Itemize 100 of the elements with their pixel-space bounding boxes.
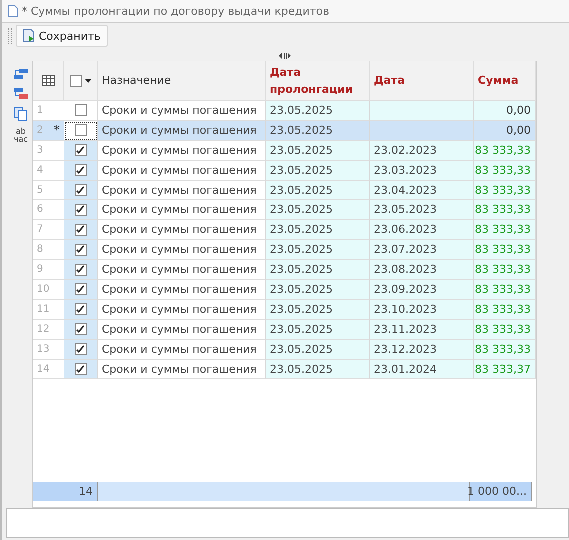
row-number: 2 — [37, 124, 44, 136]
table-cell: 83 333,33 — [474, 240, 536, 260]
row-number: 13 — [37, 344, 50, 355]
row-checkbox[interactable] — [74, 343, 86, 356]
row-checkbox[interactable] — [74, 104, 86, 116]
row-number: 10 — [37, 284, 50, 295]
row-checkbox[interactable] — [74, 164, 86, 176]
save-button[interactable]: Сохранить — [16, 25, 108, 47]
row-number: 5 — [37, 184, 44, 196]
column-header[interactable]: Дата — [370, 61, 474, 101]
row-checkbox[interactable] — [74, 224, 86, 236]
table-cell: 83 333,33 — [474, 200, 536, 220]
table-cell: Сроки и суммы погашения — [98, 300, 266, 320]
table-cell: 23.02.2023 — [370, 140, 474, 161]
document-icon — [8, 5, 18, 17]
table-cell: 0,00 — [474, 120, 536, 141]
column-header[interactable]: Сумма — [474, 61, 536, 101]
column-header[interactable]: Дата пролонгации — [266, 61, 370, 101]
table-cell: 23.09.2023 — [370, 280, 474, 300]
table-cell: Сроки и суммы погашения — [98, 101, 266, 121]
table-cell: Сроки и суммы погашения — [98, 320, 266, 340]
row-checkbox[interactable] — [74, 283, 86, 296]
tree-collapse-icon[interactable] — [13, 88, 29, 100]
row-number: 4 — [37, 164, 44, 176]
table-cell: 83 333,33 — [474, 280, 536, 300]
table-cell: 23.10.2023 — [370, 300, 474, 320]
table-cell: 83 333,33 — [474, 300, 536, 320]
table-cell: 23.12.2023 — [370, 340, 474, 360]
row-checkbox[interactable] — [74, 124, 86, 136]
table-cell: Сроки и суммы погашения — [98, 280, 266, 300]
row-checkbox[interactable] — [74, 323, 86, 336]
grid-icon[interactable] — [42, 75, 54, 86]
column-header[interactable]: Назначение — [98, 61, 266, 101]
text-format-icon[interactable]: ab час — [14, 128, 28, 144]
save-document-icon — [23, 29, 36, 43]
table-cell: 23.05.2025 — [266, 360, 370, 380]
table-cell: 83 333,37 — [474, 360, 536, 380]
row-number: 6 — [37, 204, 44, 216]
table-cell: 83 333,33 — [474, 140, 536, 161]
table-cell: 0,00 — [474, 101, 536, 121]
table-cell: 23.01.2024 — [370, 360, 474, 380]
table-cell: 23.05.2025 — [266, 340, 370, 360]
table-cell: 23.05.2025 — [266, 160, 370, 181]
row-checkbox[interactable] — [74, 144, 86, 156]
row-number: 8 — [37, 244, 44, 256]
row-number: 7 — [37, 224, 44, 236]
row-checkbox[interactable] — [74, 264, 86, 276]
table-cell: Сроки и суммы погашения — [98, 340, 266, 360]
table-cell: 23.04.2023 — [370, 180, 474, 200]
table-cell: 23.05.2025 — [266, 240, 370, 260]
dropdown-caret-icon[interactable] — [84, 78, 92, 82]
tree-expand-icon[interactable] — [13, 69, 29, 81]
resize-handle-icon[interactable] — [278, 53, 290, 59]
table-cell: 23.05.2025 — [266, 280, 370, 300]
select-all-checkbox[interactable] — [70, 74, 82, 86]
table-cell: 23.05.2025 — [266, 120, 370, 141]
table-cell: Сроки и суммы погашения — [98, 160, 266, 181]
table-cell: 23.05.2025 — [266, 300, 370, 320]
row-number: 3 — [37, 144, 44, 156]
table-cell: 23.07.2023 — [370, 240, 474, 260]
table-cell: Сроки и суммы погашения — [98, 220, 266, 240]
table-cell: 23.11.2023 — [370, 320, 474, 340]
table-cell: 83 333,33 — [474, 320, 536, 340]
table-cell: 23.05.2025 — [266, 220, 370, 240]
table-cell: 23.05.2025 — [266, 320, 370, 340]
table-cell: 83 333,33 — [474, 260, 536, 280]
row-checkbox[interactable] — [74, 184, 86, 196]
copy-icon[interactable] — [14, 107, 28, 121]
table-cell: 23.05.2025 — [266, 101, 370, 121]
table-cell: Сроки и суммы погашения — [98, 200, 266, 220]
table-cell: 23.06.2023 — [370, 220, 474, 240]
table-cell: 83 333,33 — [474, 340, 536, 360]
table-cell: 83 333,33 — [474, 160, 536, 181]
table-cell: Сроки и суммы погашения — [98, 360, 266, 380]
row-checkbox[interactable] — [74, 303, 86, 316]
table-cell: 23.05.2025 — [266, 180, 370, 200]
table-cell: 23.05.2023 — [370, 200, 474, 220]
row-number: 9 — [37, 264, 44, 276]
table-cell: Сроки и суммы погашения — [98, 180, 266, 200]
row-number: 14 — [37, 364, 50, 375]
table-cell: 23.08.2023 — [370, 260, 474, 280]
new-row-marker: * — [54, 123, 60, 138]
row-count: 14 — [33, 482, 98, 501]
table-cell: 23.03.2023 — [370, 160, 474, 181]
table-cell: 83 333,33 — [474, 180, 536, 200]
row-checkbox[interactable] — [74, 204, 86, 216]
row-number: 1 — [37, 104, 44, 116]
row-number: 12 — [37, 324, 50, 335]
table-cell: Сроки и суммы погашения — [98, 140, 266, 161]
table-cell: 83 333,33 — [474, 220, 536, 240]
row-checkbox[interactable] — [74, 244, 86, 256]
table-cell: 23.05.2025 — [266, 260, 370, 280]
table-cell: Сроки и суммы погашения — [98, 240, 266, 260]
row-checkbox[interactable] — [74, 363, 86, 376]
table-cell: 23.05.2025 — [266, 140, 370, 161]
table-cell: 23.05.2025 — [266, 200, 370, 220]
sum-total: 1 000 00... — [470, 482, 532, 501]
table-cell: Сроки и суммы погашения — [98, 120, 266, 141]
row-number: 11 — [37, 304, 50, 315]
table-cell: Сроки и суммы погашения — [98, 260, 266, 280]
